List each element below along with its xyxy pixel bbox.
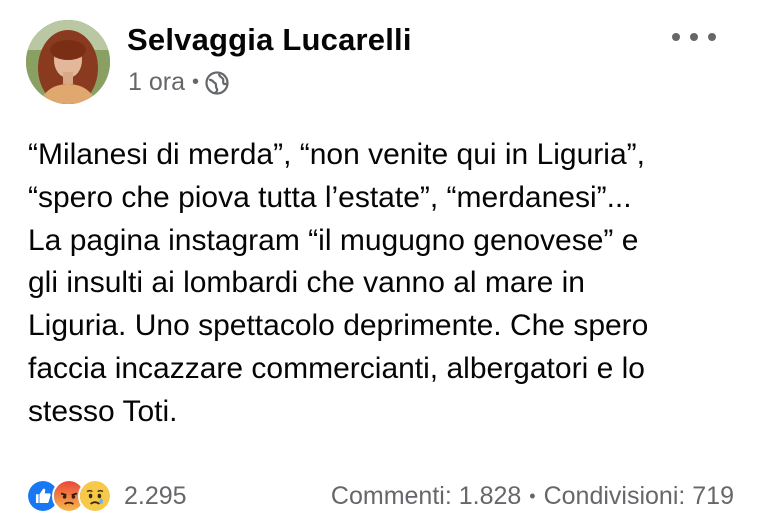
post-text-line: “spero che piova tutta l’estate”, “merda… <box>28 180 632 214</box>
post-footer: 2.295 Commenti: 1.828 • Condivisioni: 71… <box>26 478 734 514</box>
post-text: “Milanesi di merda”, “non venite qui in … <box>28 134 748 434</box>
post-text-line: Liguria. Uno spettacolo deprimente. Che … <box>28 309 649 343</box>
post-text-line: stesso Toti. <box>28 394 178 428</box>
post-text-line: gli insulti ai lombardi che vanno al mar… <box>28 266 585 300</box>
more-options-icon[interactable] <box>672 24 716 50</box>
post-text-line: “Milanesi di merda”, “non venite qui in … <box>28 138 645 171</box>
avatar-image <box>26 20 110 104</box>
post-text-line: La pagina instagram “il mugugno genovese… <box>28 223 639 257</box>
stats-separator: • <box>529 485 536 506</box>
reactions-summary[interactable]: 2.295 <box>26 479 187 513</box>
reaction-count: 2.295 <box>124 481 187 510</box>
more-dot <box>690 33 698 41</box>
avatar[interactable] <box>26 20 110 104</box>
shares-count-link[interactable]: Condivisioni: 719 <box>544 482 734 511</box>
meta-separator: • <box>191 71 199 93</box>
facebook-post: Selvaggia Lucarelli 1 ora • “Milanesi di… <box>0 0 760 520</box>
post-time[interactable]: 1 ora <box>128 68 185 97</box>
sad-reaction-icon <box>78 479 112 513</box>
more-dot <box>672 33 680 41</box>
post-text-line: faccia incazzare commercianti, albergato… <box>28 351 645 385</box>
author-name[interactable]: Selvaggia Lucarelli <box>127 22 412 58</box>
post-stats: Commenti: 1.828 • Condivisioni: 719 <box>331 482 734 511</box>
post-meta: 1 ora • <box>128 68 229 97</box>
reaction-icons <box>26 479 112 513</box>
more-dot <box>708 33 716 41</box>
comments-count-link[interactable]: Commenti: 1.828 <box>331 482 521 511</box>
globe-icon <box>205 70 229 95</box>
